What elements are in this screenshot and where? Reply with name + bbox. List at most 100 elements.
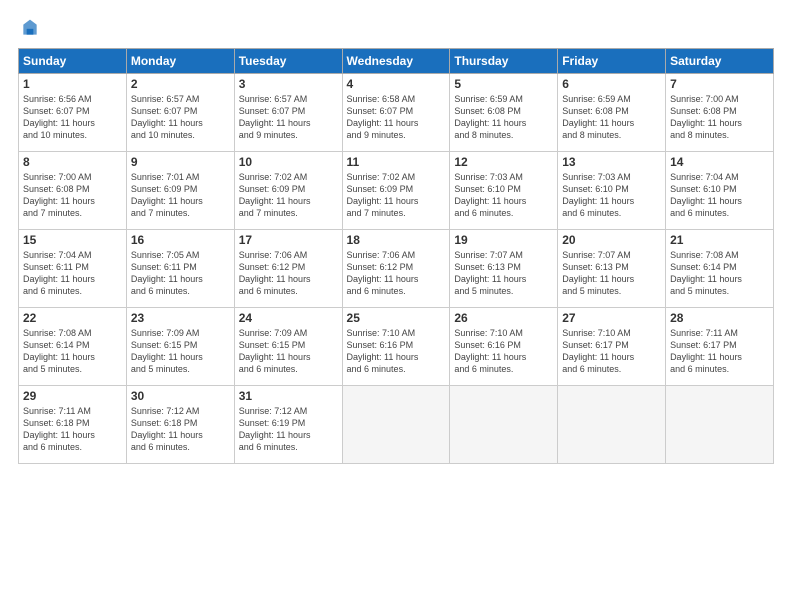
- day-number: 6: [562, 77, 661, 91]
- calendar-cell: [666, 386, 774, 464]
- calendar-day-header: Wednesday: [342, 49, 450, 74]
- calendar-cell: 10 Sunrise: 7:02 AMSunset: 6:09 PMDayligh…: [234, 152, 342, 230]
- day-info: Sunrise: 7:07 AMSunset: 6:13 PMDaylight:…: [454, 249, 553, 298]
- day-info: Sunrise: 6:57 AMSunset: 6:07 PMDaylight:…: [131, 93, 230, 142]
- calendar-table: SundayMondayTuesdayWednesdayThursdayFrid…: [18, 48, 774, 464]
- day-info: Sunrise: 7:08 AMSunset: 6:14 PMDaylight:…: [670, 249, 769, 298]
- calendar-cell: 24Sunrise: 7:09 AMSunset: 6:15 PMDayligh…: [234, 308, 342, 386]
- calendar-cell: 25 Sunrise: 7:10 AMSunset: 6:16 PMDayligh…: [342, 308, 450, 386]
- calendar-day-header: Thursday: [450, 49, 558, 74]
- day-info: Sunrise: 7:02 AMSunset: 6:09 PMDaylight:…: [347, 171, 446, 220]
- day-info: Sunrise: 7:01 AMSunset: 6:09 PMDaylight:…: [131, 171, 230, 220]
- day-number: 1: [23, 77, 122, 91]
- day-info: Sunrise: 7:09 AMSunset: 6:15 PMDaylight:…: [131, 327, 230, 376]
- calendar-cell: 14 Sunrise: 7:04 AMSunset: 6:10 PMDayligh…: [666, 152, 774, 230]
- calendar-cell: 29 Sunrise: 7:11 AMSunset: 6:18 PMDayligh…: [19, 386, 127, 464]
- day-number: 11: [347, 155, 446, 169]
- day-info: Sunrise: 6:59 AMSunset: 6:08 PMDaylight:…: [562, 93, 661, 142]
- calendar-cell: [450, 386, 558, 464]
- day-number: 5: [454, 77, 553, 91]
- calendar-cell: 26Sunrise: 7:10 AMSunset: 6:16 PMDayligh…: [450, 308, 558, 386]
- calendar-cell: 9 Sunrise: 7:01 AMSunset: 6:09 PMDaylight…: [126, 152, 234, 230]
- calendar-cell: 11 Sunrise: 7:02 AMSunset: 6:09 PMDayligh…: [342, 152, 450, 230]
- day-info: Sunrise: 7:11 AMSunset: 6:18 PMDaylight:…: [23, 405, 122, 454]
- day-info: Sunrise: 7:07 AMSunset: 6:13 PMDaylight:…: [562, 249, 661, 298]
- day-number: 12: [454, 155, 553, 169]
- calendar-cell: 7Sunrise: 7:00 AMSunset: 6:08 PMDaylight…: [666, 74, 774, 152]
- calendar-cell: 30 Sunrise: 7:12 AMSunset: 6:18 PMDayligh…: [126, 386, 234, 464]
- day-info: Sunrise: 7:06 AMSunset: 6:12 PMDaylight:…: [347, 249, 446, 298]
- day-number: 22: [23, 311, 122, 325]
- day-number: 17: [239, 233, 338, 247]
- day-info: Sunrise: 7:10 AMSunset: 6:17 PMDaylight:…: [562, 327, 661, 376]
- calendar-cell: 18 Sunrise: 7:06 AMSunset: 6:12 PMDayligh…: [342, 230, 450, 308]
- calendar-cell: 12 Sunrise: 7:03 AMSunset: 6:10 PMDayligh…: [450, 152, 558, 230]
- day-info: Sunrise: 6:57 AMSunset: 6:07 PMDaylight:…: [239, 93, 338, 142]
- header: [18, 18, 774, 38]
- day-number: 8: [23, 155, 122, 169]
- day-info: Sunrise: 7:08 AMSunset: 6:14 PMDaylight:…: [23, 327, 122, 376]
- day-number: 13: [562, 155, 661, 169]
- calendar-cell: [342, 386, 450, 464]
- day-info: Sunrise: 7:12 AMSunset: 6:19 PMDaylight:…: [239, 405, 338, 454]
- calendar-cell: 5 Sunrise: 6:59 AMSunset: 6:08 PMDaylight…: [450, 74, 558, 152]
- calendar-cell: 20 Sunrise: 7:07 AMSunset: 6:13 PMDayligh…: [558, 230, 666, 308]
- day-info: Sunrise: 7:04 AMSunset: 6:10 PMDaylight:…: [670, 171, 769, 220]
- day-info: Sunrise: 7:00 AMSunset: 6:08 PMDaylight:…: [670, 93, 769, 142]
- calendar-week-row: 15 Sunrise: 7:04 AMSunset: 6:11 PMDayligh…: [19, 230, 774, 308]
- day-info: Sunrise: 7:04 AMSunset: 6:11 PMDaylight:…: [23, 249, 122, 298]
- calendar-cell: 19 Sunrise: 7:07 AMSunset: 6:13 PMDayligh…: [450, 230, 558, 308]
- day-number: 31: [239, 389, 338, 403]
- day-number: 27: [562, 311, 661, 325]
- day-number: 16: [131, 233, 230, 247]
- calendar-day-header: Tuesday: [234, 49, 342, 74]
- day-number: 10: [239, 155, 338, 169]
- logo: [18, 18, 40, 38]
- day-info: Sunrise: 7:10 AMSunset: 6:16 PMDaylight:…: [347, 327, 446, 376]
- day-number: 29: [23, 389, 122, 403]
- logo-icon: [20, 18, 40, 38]
- day-number: 24: [239, 311, 338, 325]
- day-number: 28: [670, 311, 769, 325]
- calendar-cell: 23 Sunrise: 7:09 AMSunset: 6:15 PMDayligh…: [126, 308, 234, 386]
- calendar-cell: 21Sunrise: 7:08 AMSunset: 6:14 PMDayligh…: [666, 230, 774, 308]
- day-info: Sunrise: 6:59 AMSunset: 6:08 PMDaylight:…: [454, 93, 553, 142]
- day-number: 9: [131, 155, 230, 169]
- calendar-cell: 15 Sunrise: 7:04 AMSunset: 6:11 PMDayligh…: [19, 230, 127, 308]
- calendar-week-row: 29 Sunrise: 7:11 AMSunset: 6:18 PMDayligh…: [19, 386, 774, 464]
- day-info: Sunrise: 7:06 AMSunset: 6:12 PMDaylight:…: [239, 249, 338, 298]
- calendar-cell: 16 Sunrise: 7:05 AMSunset: 6:11 PMDayligh…: [126, 230, 234, 308]
- calendar-cell: 22 Sunrise: 7:08 AMSunset: 6:14 PMDayligh…: [19, 308, 127, 386]
- calendar-header-row: SundayMondayTuesdayWednesdayThursdayFrid…: [19, 49, 774, 74]
- calendar-cell: 28 Sunrise: 7:11 AMSunset: 6:17 PMDayligh…: [666, 308, 774, 386]
- day-number: 30: [131, 389, 230, 403]
- day-info: Sunrise: 7:05 AMSunset: 6:11 PMDaylight:…: [131, 249, 230, 298]
- day-number: 4: [347, 77, 446, 91]
- day-info: Sunrise: 7:12 AMSunset: 6:18 PMDaylight:…: [131, 405, 230, 454]
- calendar-cell: 3Sunrise: 6:57 AMSunset: 6:07 PMDaylight…: [234, 74, 342, 152]
- calendar-day-header: Monday: [126, 49, 234, 74]
- day-info: Sunrise: 7:03 AMSunset: 6:10 PMDaylight:…: [454, 171, 553, 220]
- calendar-week-row: 22 Sunrise: 7:08 AMSunset: 6:14 PMDayligh…: [19, 308, 774, 386]
- day-number: 20: [562, 233, 661, 247]
- calendar-cell: 27 Sunrise: 7:10 AMSunset: 6:17 PMDayligh…: [558, 308, 666, 386]
- calendar-cell: 4Sunrise: 6:58 AMSunset: 6:07 PMDaylight…: [342, 74, 450, 152]
- day-info: Sunrise: 7:02 AMSunset: 6:09 PMDaylight:…: [239, 171, 338, 220]
- day-number: 2: [131, 77, 230, 91]
- day-number: 25: [347, 311, 446, 325]
- day-number: 18: [347, 233, 446, 247]
- calendar-cell: [558, 386, 666, 464]
- day-number: 14: [670, 155, 769, 169]
- calendar-week-row: 1 Sunrise: 6:56 AMSunset: 6:07 PMDaylight…: [19, 74, 774, 152]
- day-number: 26: [454, 311, 553, 325]
- calendar-cell: 1 Sunrise: 6:56 AMSunset: 6:07 PMDaylight…: [19, 74, 127, 152]
- day-number: 15: [23, 233, 122, 247]
- day-number: 19: [454, 233, 553, 247]
- calendar-day-header: Sunday: [19, 49, 127, 74]
- day-info: Sunrise: 6:56 AMSunset: 6:07 PMDaylight:…: [23, 93, 122, 142]
- page: SundayMondayTuesdayWednesdayThursdayFrid…: [0, 0, 792, 612]
- day-number: 23: [131, 311, 230, 325]
- calendar-cell: 31 Sunrise: 7:12 AMSunset: 6:19 PMDayligh…: [234, 386, 342, 464]
- day-info: Sunrise: 7:11 AMSunset: 6:17 PMDaylight:…: [670, 327, 769, 376]
- calendar-cell: 6 Sunrise: 6:59 AMSunset: 6:08 PMDaylight…: [558, 74, 666, 152]
